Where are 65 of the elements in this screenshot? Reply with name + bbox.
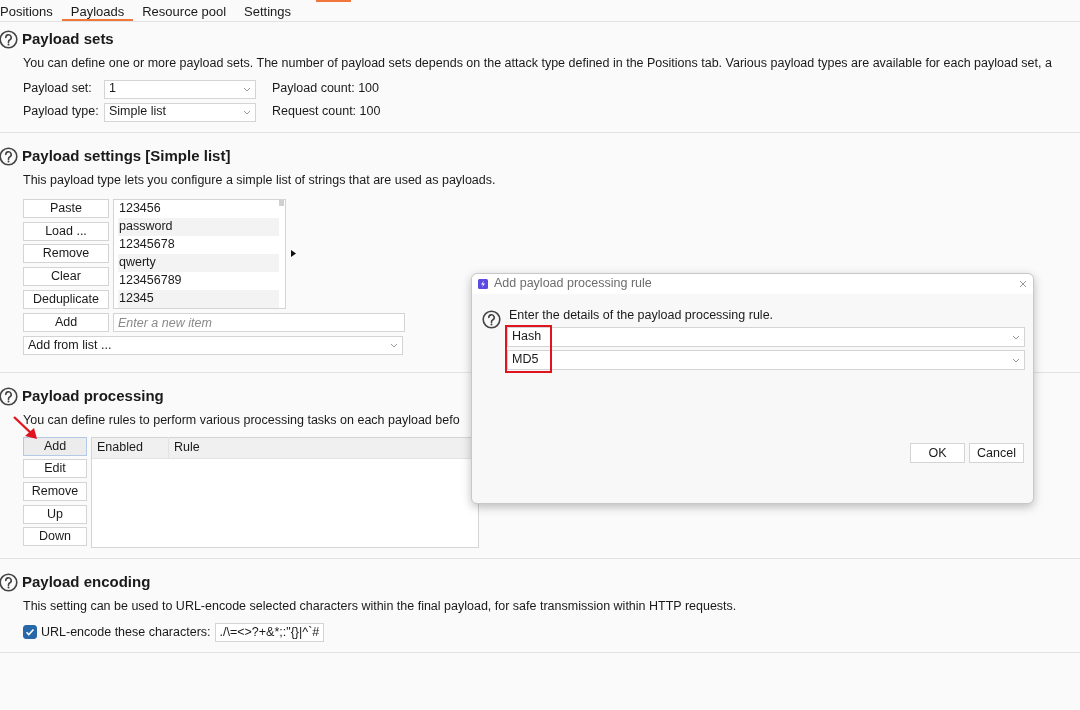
- checkbox[interactable]: [23, 625, 37, 640]
- scrollbar-thumb[interactable]: [279, 200, 284, 207]
- list-item[interactable]: 123456789: [118, 271, 279, 290]
- checkbox-label: URL-encode these characters:: [41, 624, 211, 641]
- characters-field[interactable]: ./\=<>?+&*;:"{}|^`#: [214, 622, 325, 643]
- button[interactable]: Paste: [23, 199, 109, 219]
- list-item[interactable]: qwerty: [118, 253, 279, 272]
- column-header[interactable]: Enabled: [92, 437, 169, 459]
- description-text: You can define one or more payload sets. The number of payload sets depends on the attack type defined in the Positions tab. Various payload types are available for each payload set, a: [23, 56, 1053, 72]
- section-title: Payload sets: [22, 30, 114, 49]
- dropdown[interactable]: 1: [104, 79, 256, 99]
- button[interactable]: Add: [23, 436, 87, 456]
- highlight-box: [505, 325, 552, 373]
- count-text: Payload count: 100: [272, 81, 380, 97]
- count-text: Request count: 100: [272, 104, 381, 120]
- app-icon: [478, 279, 488, 289]
- add-button[interactable]: Add: [23, 313, 109, 333]
- tab[interactable]: Settings: [235, 0, 301, 21]
- description-text: This setting can be used to URL-encode selected characters within the final payload, for safe transmission within HTTP requests.: [23, 598, 738, 615]
- help-icon: [0, 387, 18, 407]
- button[interactable]: Up: [23, 504, 87, 524]
- field-label: Payload set:: [23, 81, 93, 97]
- button[interactable]: OK: [910, 443, 965, 463]
- input-field[interactable]: Enter a new item: [113, 313, 405, 333]
- chevron-down-icon: [1012, 334, 1020, 340]
- dialog-message: Enter the details of the payload processing rule.: [509, 307, 774, 324]
- tab[interactable]: Positions: [0, 0, 62, 21]
- chevron-down-icon: [1012, 357, 1020, 363]
- section-title: Payload processing: [22, 387, 164, 407]
- dialog-title: Add payload processing rule: [494, 276, 652, 292]
- button[interactable]: Down: [23, 527, 87, 547]
- tab-indicator: [316, 0, 351, 2]
- help-icon: [0, 572, 18, 592]
- button[interactable]: Remove: [23, 482, 87, 502]
- button[interactable]: Remove: [23, 244, 109, 264]
- button[interactable]: Edit: [23, 459, 87, 479]
- list-item[interactable]: 12345: [118, 289, 279, 308]
- chevron-down-icon: [243, 86, 251, 92]
- dropdown[interactable]: Add from list ...: [23, 336, 403, 356]
- list-item[interactable]: 12345678: [118, 236, 279, 254]
- tab[interactable]: Resource pool: [133, 0, 236, 21]
- dropdown[interactable]: MD5: [507, 350, 1025, 370]
- help-icon: [0, 146, 18, 166]
- list-item[interactable]: 123456: [118, 200, 279, 219]
- button[interactable]: Load ...: [23, 221, 109, 241]
- chevron-down-icon: [390, 343, 398, 349]
- dropdown[interactable]: Hash: [507, 327, 1025, 347]
- chevron-down-icon: [243, 109, 251, 115]
- description-text: You can define rules to perform various processing tasks on each payload befo: [23, 413, 461, 429]
- button[interactable]: Clear: [23, 267, 109, 287]
- help-icon: [482, 310, 501, 329]
- tab[interactable]: Payloads: [61, 0, 134, 21]
- section-title: Payload encoding: [22, 573, 151, 592]
- section-title: Payload settings [Simple list]: [22, 146, 231, 166]
- button[interactable]: Cancel: [969, 443, 1024, 463]
- button[interactable]: Deduplicate: [23, 289, 109, 309]
- checkmark-icon: [25, 627, 35, 638]
- dropdown[interactable]: Simple list: [104, 102, 256, 122]
- close-icon: [1019, 280, 1027, 288]
- field-label: Payload type:: [23, 104, 100, 120]
- description-text: This payload type lets you configure a simple list of strings that are used as payloads.: [23, 172, 497, 189]
- column-header[interactable]: Rule: [169, 437, 205, 459]
- triangle-icon: [291, 250, 296, 258]
- list-item[interactable]: password: [118, 218, 279, 237]
- help-icon: [0, 30, 18, 49]
